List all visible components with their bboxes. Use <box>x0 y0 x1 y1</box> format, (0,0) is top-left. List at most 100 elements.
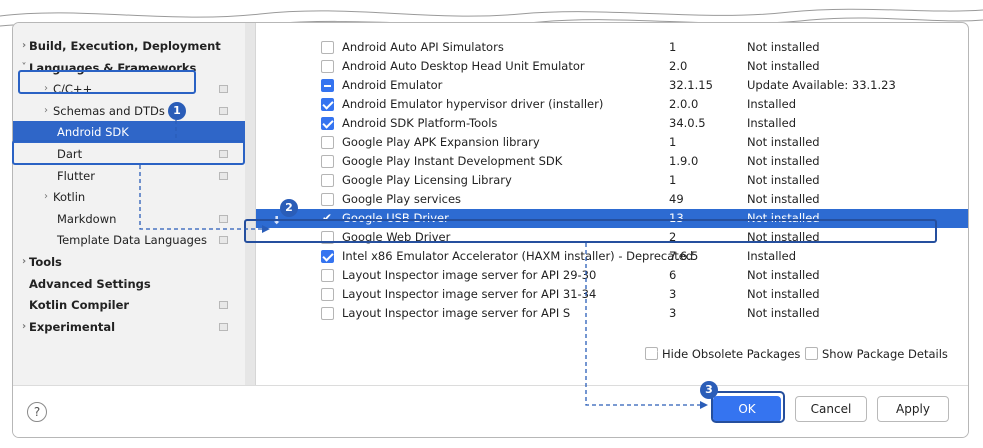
package-name: Android Emulator <box>342 78 443 92</box>
sidebar-item[interactable]: › Build, Execution, Deployment <box>13 35 245 57</box>
sidebar-item-label: Advanced Settings <box>29 276 151 291</box>
table-row[interactable]: Android SDK Platform-Tools 34.0.5 Installe… <box>256 114 968 133</box>
package-status: Not installed <box>747 268 820 282</box>
show-details-label: Show Package Details <box>822 347 948 361</box>
sdk-tools-table: Android Auto API Simulators 1 Not installe… <box>256 23 968 385</box>
table-row[interactable]: Intel x86 Emulator Accelerator (HAXM ins… <box>256 247 968 266</box>
sidebar-item-label: Markdown <box>57 211 117 226</box>
cancel-button[interactable]: Cancel <box>795 396 867 422</box>
sidebar-item[interactable]: Template Data Languages <box>13 229 245 251</box>
sidebar-item[interactable]: › Schemas and DTDs <box>13 100 245 122</box>
sidebar-item-label: Schemas and DTDs <box>53 103 165 118</box>
package-checkbox[interactable] <box>321 79 334 92</box>
dialog-footer: ? OK Cancel Apply <box>13 385 968 437</box>
ok-button-highlight <box>711 391 785 423</box>
package-checkbox[interactable] <box>321 307 334 320</box>
sidebar-item[interactable]: › Experimental <box>13 316 245 338</box>
chevron-right-icon[interactable]: › <box>19 316 29 338</box>
sidebar-item[interactable]: › Kotlin <box>13 186 245 208</box>
show-details-checkbox[interactable] <box>805 347 818 360</box>
sidebar-item-label: Flutter <box>57 168 95 183</box>
package-status: Not installed <box>747 40 820 54</box>
sidebar-item[interactable]: Kotlin Compiler <box>13 294 245 316</box>
package-checkbox[interactable] <box>321 174 334 187</box>
step-badge-2: 2 <box>280 199 298 217</box>
sidebar-item-label: Template Data Languages <box>57 233 207 248</box>
table-row[interactable]: Android Auto API Simulators 1 Not installe… <box>256 38 968 57</box>
sidebar-item-label: Kotlin Compiler <box>29 298 130 313</box>
package-checkbox[interactable] <box>321 269 334 282</box>
package-checkbox[interactable] <box>321 117 334 130</box>
package-checkbox[interactable] <box>321 136 334 149</box>
package-version: 3 <box>669 306 677 320</box>
package-name: Intel x86 Emulator Accelerator (HAXM ins… <box>342 249 694 263</box>
package-version: 32.1.15 <box>669 78 713 92</box>
show-details-option[interactable]: Show Package Details <box>805 345 948 363</box>
package-checkbox[interactable] <box>321 41 334 54</box>
page-icon <box>219 214 228 223</box>
package-name: Android Emulator hypervisor driver (inst… <box>342 97 604 111</box>
table-row[interactable]: Google Play APK Expansion library 1 Not in… <box>256 133 968 152</box>
step-badge-3: 3 <box>700 381 718 399</box>
chevron-right-icon[interactable]: › <box>19 251 29 273</box>
sidebar-item[interactable]: › Tools <box>13 251 245 273</box>
google-usb-driver-highlight <box>244 219 937 243</box>
page-icon <box>219 171 228 180</box>
package-status: Not installed <box>747 306 820 320</box>
chevron-right-icon[interactable]: › <box>19 35 29 57</box>
package-checkbox[interactable] <box>321 155 334 168</box>
table-row[interactable]: Google Play Instant Development SDK 1.9.0… <box>256 152 968 171</box>
android-sdk-highlight <box>12 140 245 165</box>
table-row[interactable]: Android Emulator 32.1.15 Update Available:… <box>256 76 968 95</box>
table-row[interactable]: Android Emulator hypervisor driver (inst… <box>256 95 968 114</box>
sidebar-item[interactable]: Advanced Settings <box>13 273 245 295</box>
package-name: Layout Inspector image server for API 29… <box>342 268 597 282</box>
package-checkbox[interactable] <box>321 288 334 301</box>
package-name: Google Play Instant Development SDK <box>342 154 563 168</box>
sidebar-item-label: Experimental <box>29 319 116 334</box>
package-version: 34.0.5 <box>669 116 706 130</box>
chevron-right-icon[interactable]: › <box>41 186 51 208</box>
table-row[interactable]: Layout Inspector image server for API S 3… <box>256 304 968 323</box>
package-version: 1.9.0 <box>669 154 699 168</box>
page-icon <box>219 236 228 245</box>
sidebar-item[interactable]: Flutter <box>13 165 245 187</box>
package-status: Installed <box>747 116 796 130</box>
table-row[interactable]: Android Auto Desktop Head Unit Emulator 2… <box>256 57 968 76</box>
package-status: Not installed <box>747 173 820 187</box>
table-row[interactable]: Layout Inspector image server for API 29… <box>256 266 968 285</box>
package-version: 1 <box>669 135 677 149</box>
help-icon[interactable]: ? <box>27 402 47 422</box>
package-status: Not installed <box>747 154 820 168</box>
hide-obsolete-checkbox[interactable] <box>645 347 658 360</box>
page-icon <box>219 322 228 331</box>
package-checkbox[interactable] <box>321 60 334 73</box>
page-icon <box>219 85 228 94</box>
page-icon <box>219 301 228 310</box>
package-status: Not installed <box>747 59 820 73</box>
package-checkbox[interactable] <box>321 250 334 263</box>
package-checkbox[interactable] <box>321 193 334 206</box>
step-badge-1: 1 <box>168 102 186 120</box>
package-checkbox[interactable] <box>321 98 334 111</box>
package-version: 7.6.5 <box>669 249 699 263</box>
sidebar-item-label: Build, Execution, Deployment <box>29 39 221 53</box>
table-row[interactable]: Layout Inspector image server for API 31… <box>256 285 968 304</box>
hide-obsolete-label: Hide Obsolete Packages <box>662 347 801 361</box>
package-name: Google Play Licensing Library <box>342 173 512 187</box>
hide-obsolete-option[interactable]: Hide Obsolete Packages <box>645 345 800 363</box>
package-status: Not installed <box>747 287 820 301</box>
package-status: Not installed <box>747 135 820 149</box>
package-name: Android Auto Desktop Head Unit Emulator <box>342 59 585 73</box>
table-row[interactable]: Google Play services 49 Not installed <box>256 190 968 209</box>
sidebar-scrollbar[interactable] <box>245 23 256 385</box>
package-version: 2.0 <box>669 59 688 73</box>
package-version: 3 <box>669 287 677 301</box>
sidebar-item-label: Kotlin <box>53 190 86 205</box>
sidebar-item[interactable]: Markdown <box>13 208 245 230</box>
package-version: 49 <box>669 192 684 206</box>
page-icon <box>219 106 228 115</box>
table-row[interactable]: Google Play Licensing Library 1 Not instal… <box>256 171 968 190</box>
chevron-right-icon[interactable]: › <box>41 100 51 122</box>
apply-button[interactable]: Apply <box>877 396 949 422</box>
